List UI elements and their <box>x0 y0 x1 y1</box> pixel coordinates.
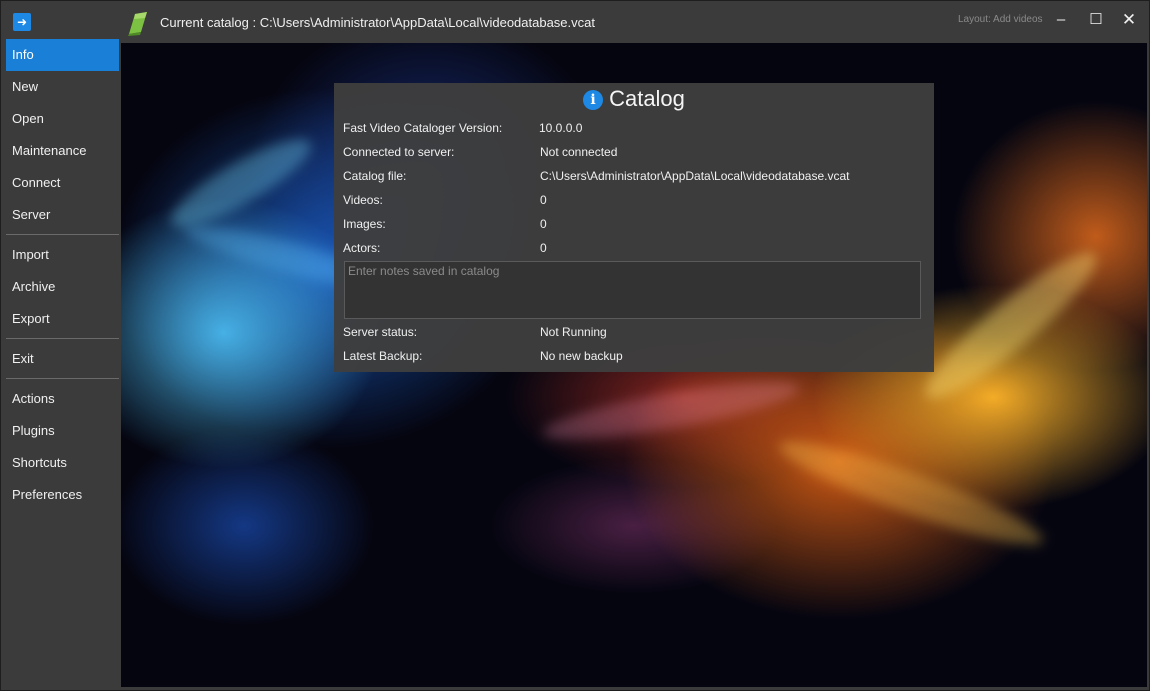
close-button[interactable]: ✕ <box>1115 9 1143 31</box>
catalog-notes-input[interactable] <box>344 261 921 319</box>
info-icon: i <box>583 90 604 110</box>
actors-row: Actors: 0 <box>343 241 928 261</box>
sidebar-item-actions[interactable]: Actions <box>6 383 119 415</box>
panel-title: i Catalog <box>334 86 934 112</box>
smoke-wisp <box>539 370 803 451</box>
sidebar-menu: Info New Open Maintenance Connect Server… <box>6 39 119 687</box>
server-status-row: Server status: Not Running <box>343 325 928 345</box>
app-logo-icon <box>128 12 147 36</box>
catalog-file-row: Catalog file: C:\Users\Administrator\App… <box>343 169 928 189</box>
videos-value: 0 <box>540 193 547 207</box>
sidebar-item-info[interactable]: Info <box>6 39 119 71</box>
server-connection-value: Not connected <box>540 145 618 159</box>
layout-label[interactable]: Layout: Add videos <box>958 14 1043 25</box>
divider <box>6 335 119 343</box>
sidebar-item-archive[interactable]: Archive <box>6 271 119 303</box>
sidebar-item-server[interactable]: Server <box>6 199 119 231</box>
latest-backup-row: Latest Backup: No new backup <box>343 349 928 369</box>
catalog-file-label: Catalog file: <box>343 169 407 183</box>
maximize-button[interactable]: ☐ <box>1082 9 1110 31</box>
sidebar-item-import[interactable]: Import <box>6 239 119 271</box>
sidebar-item-maintenance[interactable]: Maintenance <box>6 135 119 167</box>
app-window: ➜ Current catalog : C:\Users\Administrat… <box>0 0 1150 691</box>
minimize-button[interactable]: ‒ <box>1047 9 1075 31</box>
latest-backup-label: Latest Backup: <box>343 349 423 363</box>
sidebar-item-plugins[interactable]: Plugins <box>6 415 119 447</box>
smoke-wisp <box>772 426 1050 560</box>
version-label: Fast Video Cataloger Version: <box>343 121 503 135</box>
images-value: 0 <box>540 217 547 231</box>
divider <box>6 375 119 383</box>
videos-row: Videos: 0 <box>343 193 928 213</box>
sidebar-item-new[interactable]: New <box>6 71 119 103</box>
catalog-info-panel: i Catalog Fast Video Cataloger Version: 1… <box>334 83 934 372</box>
images-row: Images: 0 <box>343 217 928 237</box>
sidebar-item-exit[interactable]: Exit <box>6 343 119 375</box>
server-connection-row: Connected to server: Not connected <box>343 145 928 165</box>
title-bar: ➜ Current catalog : C:\Users\Administrat… <box>1 1 1149 41</box>
arrow-right-icon[interactable]: ➜ <box>13 13 31 31</box>
sidebar-item-shortcuts[interactable]: Shortcuts <box>6 447 119 479</box>
background-wallpaper: i Catalog Fast Video Cataloger Version: 1… <box>121 43 1147 687</box>
actors-label: Actors: <box>343 241 381 255</box>
videos-label: Videos: <box>343 193 383 207</box>
sidebar-item-connect[interactable]: Connect <box>6 167 119 199</box>
sidebar-item-export[interactable]: Export <box>6 303 119 335</box>
server-connection-label: Connected to server: <box>343 145 455 159</box>
actors-value: 0 <box>540 241 547 255</box>
version-row: Fast Video Cataloger Version: 10.0.0.0 <box>343 121 928 141</box>
server-status-label: Server status: <box>343 325 418 339</box>
smoke-wisp <box>161 125 321 241</box>
images-label: Images: <box>343 217 386 231</box>
sidebar-item-preferences[interactable]: Preferences <box>6 479 119 511</box>
catalog-file-value: C:\Users\Administrator\AppData\Local\vid… <box>540 169 850 183</box>
panel-title-text: Catalog <box>609 86 685 111</box>
sidebar-item-open[interactable]: Open <box>6 103 119 135</box>
version-value: 10.0.0.0 <box>539 121 583 135</box>
latest-backup-value: No new backup <box>540 349 623 363</box>
divider <box>6 231 119 239</box>
smoke-wisp <box>912 237 1110 414</box>
server-status-value: Not Running <box>540 325 607 339</box>
window-title: Current catalog : C:\Users\Administrator… <box>160 15 595 30</box>
